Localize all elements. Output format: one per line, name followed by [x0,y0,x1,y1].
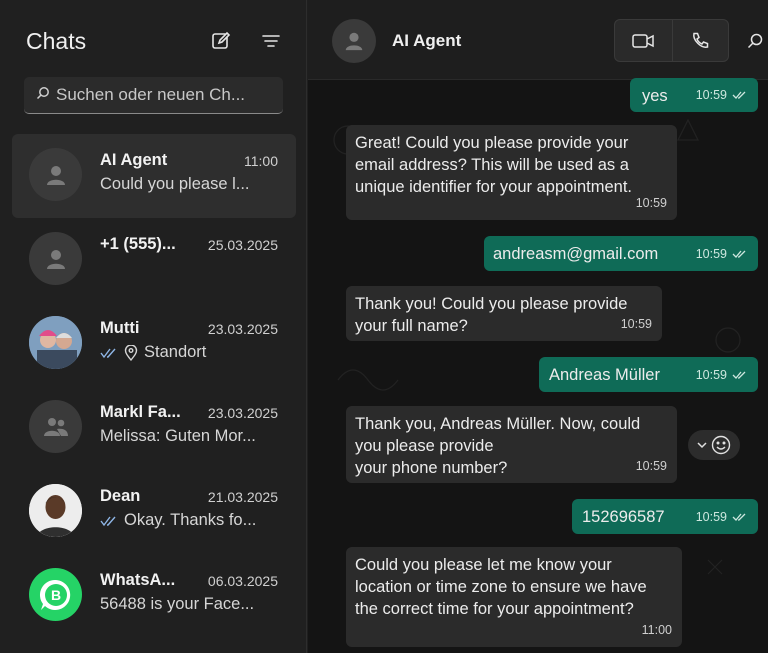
whatsapp-business-logo: B [29,568,82,621]
new-chat-icon[interactable] [210,30,232,52]
message-time: 10:59 [635,196,667,210]
conversation-pane: AI Agent yes 10:59 Great! Could you plea… [308,0,768,653]
message-time: 10:59 [695,510,727,524]
message-incoming[interactable]: Great! Could you please provide your ema… [346,125,677,220]
preview-text: Melissa: Guten Mor... [100,427,256,445]
sidebar-title: Chats [26,28,87,54]
call-button-group [614,19,729,62]
filter-icon[interactable] [260,30,282,52]
avatar-photo [29,484,82,537]
chat-name: AI Agent [100,151,168,169]
message-text: Thank you! Could you please provide your… [355,295,628,335]
chat-item-dean[interactable]: Dean 21.03.2025 Okay. Thanks fo... [12,470,296,554]
message-outgoing[interactable]: 152696587 10:59 [572,499,758,534]
phone-icon [693,32,709,48]
chat-name: +1 (555)... [100,235,176,253]
search-icon [36,86,50,105]
video-camera-icon [632,33,654,48]
message-time: 10:59 [695,247,727,261]
message-meta: 10:59 [696,506,748,528]
message-time: 11:00 [641,623,672,637]
message-text: Great! Could you please provide your ema… [355,134,633,196]
chat-item-ai-agent[interactable]: AI Agent 11:00 Could you please l... [12,134,296,218]
chat-item-phone[interactable]: +1 (555)... 25.03.2025 [12,218,296,302]
sidebar-header: Chats [0,0,307,80]
chat-name: Mutti [100,319,140,337]
video-call-button[interactable] [615,20,672,61]
double-check-icon [100,347,118,359]
person-icon [46,249,65,269]
chat-time: 25.03.2025 [207,237,278,253]
double-check-icon [100,515,118,527]
search-input[interactable] [56,85,276,105]
message-time: 10:59 [635,459,667,473]
chat-item-mutti[interactable]: Mutti 23.03.2025 Standort [12,302,296,386]
conversation-header: AI Agent [308,0,768,80]
chat-time: 23.03.2025 [207,321,278,337]
chat-sidebar: Chats AI Agent 11:00 Could you please l.… [0,0,307,653]
chat-time: 06.03.2025 [207,573,278,589]
message-incoming[interactable]: Thank you! Could you please provide your… [346,286,662,341]
location-pin-icon [124,344,138,361]
chat-preview: Okay. Thanks fo... [100,511,256,530]
message-time: 10:59 [695,88,727,102]
message-outgoing[interactable]: andreasm@gmail.com 10:59 [484,236,758,271]
search-box[interactable] [24,77,283,114]
chat-time: 11:00 [244,153,278,169]
message-text: Could you please let me know your locati… [355,556,647,618]
person-icon [345,32,363,51]
chat-item-whatsapp[interactable]: B WhatsA... 06.03.2025 56488 is your Fac… [12,554,296,638]
chat-time: 21.03.2025 [207,489,278,505]
message-meta: 10:59 [696,243,748,265]
search-messages-icon[interactable] [744,30,766,52]
message-incoming[interactable]: Thank you, Andreas Müller. Now, could yo… [346,406,677,483]
svg-text:B: B [50,587,60,603]
chat-name: Dean [100,487,141,505]
message-time: 10:59 [695,368,727,382]
preview-text: Okay. Thanks fo... [124,511,257,529]
avatar-photo [29,316,82,369]
preview-text: Could you please l... [100,175,250,193]
preview-text: Standort [144,343,207,361]
chat-list: AI Agent 11:00 Could you please l... +1 … [12,134,296,638]
avatar [29,148,82,201]
emoji-icon [711,435,731,455]
chat-preview: Standort [100,343,206,362]
contact-name[interactable]: AI Agent [392,31,461,51]
message-text: Thank you, Andreas Müller. Now, could yo… [355,415,641,477]
chat-name: Markl Fa... [100,403,181,421]
double-check-icon [732,90,748,100]
chat-preview: Melissa: Guten Mor... [100,427,256,446]
message-reaction-button[interactable] [688,430,740,460]
message-meta: 10:59 [696,364,748,386]
chat-item-markl-family[interactable]: Markl Fa... 23.03.2025 Melissa: Guten Mo… [12,386,296,470]
chat-preview: 56488 is your Face... [100,595,254,614]
message-outgoing[interactable]: Andreas Müller 10:59 [539,357,758,392]
chevron-down-icon [697,442,707,449]
voice-call-button[interactable] [671,20,729,61]
person-icon [46,165,65,185]
message-time: 10:59 [620,317,652,331]
double-check-icon [732,512,748,522]
avatar [29,400,82,453]
double-check-icon [732,249,748,259]
chat-name: WhatsA... [100,571,176,589]
avatar [29,232,82,285]
chat-preview: Could you please l... [100,175,250,194]
preview-text: 56488 is your Face... [100,595,255,613]
message-meta: 11:00 [642,619,672,641]
message-meta: 10:59 [621,313,652,335]
message-outgoing[interactable]: yes 10:59 [630,78,758,112]
message-meta: 10:59 [636,455,667,477]
message-meta: 10:59 [696,84,748,106]
message-meta: 10:59 [636,192,667,214]
message-incoming[interactable]: Could you please let me know your locati… [346,547,682,647]
contact-avatar[interactable] [332,19,376,63]
double-check-icon [732,370,748,380]
group-icon [43,417,68,436]
chat-time: 23.03.2025 [207,405,278,421]
